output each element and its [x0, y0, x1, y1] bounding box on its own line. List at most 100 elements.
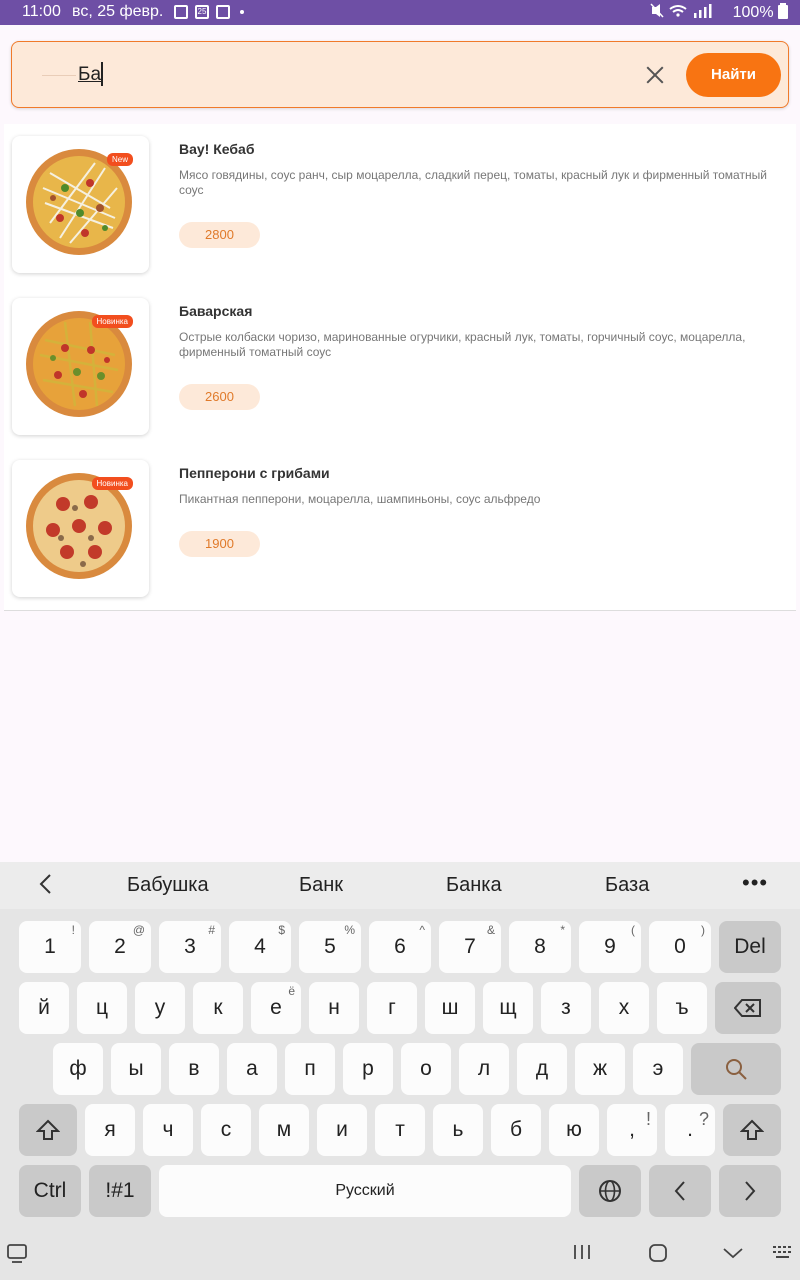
key-9[interactable]: 9(	[579, 921, 641, 973]
shift-key[interactable]	[19, 1104, 77, 1156]
product-item[interactable]: Новинка Баварская Острые колбаски чоризо…	[4, 286, 796, 448]
key-label: 9	[604, 935, 616, 958]
key-letter[interactable]: и	[317, 1104, 367, 1156]
comma-key[interactable]: ,!	[607, 1104, 657, 1156]
key-letter[interactable]: р	[343, 1043, 393, 1095]
key-label: 1	[44, 935, 56, 958]
find-button[interactable]: Найти	[686, 53, 781, 97]
key-letter[interactable]: я	[85, 1104, 135, 1156]
key-3[interactable]: 3 #	[159, 921, 221, 973]
on-screen-keyboard: 1! 2 @ 3 # 4 $ 5% 6 ^ 7 & 8 * 9( 0) Del й ц у …	[0, 909, 800, 1231]
key-7[interactable]: 7 &	[439, 921, 501, 973]
key-letter[interactable]: ч	[143, 1104, 193, 1156]
key-1[interactable]: 1!	[19, 921, 81, 973]
key-letter[interactable]: й	[19, 982, 69, 1034]
price-button[interactable]: 1900	[179, 531, 260, 557]
key-letter[interactable]: п	[285, 1043, 335, 1095]
navigation-bar	[0, 1231, 800, 1280]
cursor-left-key[interactable]	[649, 1165, 711, 1217]
keyboard-grid-icon[interactable]	[772, 1243, 794, 1266]
key-letter[interactable]: её	[251, 982, 301, 1034]
delete-key[interactable]: Del	[719, 921, 781, 973]
key-2[interactable]: 2 @	[89, 921, 151, 973]
suggestion-item[interactable]: Банк	[299, 874, 343, 897]
key-letter[interactable]: л	[459, 1043, 509, 1095]
product-description: Пикантная пепперони, моцарелла, шампиньо…	[179, 492, 541, 506]
backspace-icon	[733, 999, 761, 1018]
status-date: вс, 25 февр.	[72, 3, 164, 20]
suggestion-item[interactable]: Бабушка	[127, 874, 209, 897]
language-key[interactable]	[579, 1165, 641, 1217]
product-item[interactable]: New Вау! Кебаб Мясо говядины, соус ранч,…	[4, 124, 796, 286]
key-label: 0	[674, 935, 686, 958]
key-letter[interactable]: о	[401, 1043, 451, 1095]
key-label: 5	[324, 935, 336, 958]
key-0[interactable]: 0)	[649, 921, 711, 973]
battery-icon	[778, 3, 788, 19]
key-letter[interactable]: д	[517, 1043, 567, 1095]
key-5[interactable]: 5%	[299, 921, 361, 973]
home-icon[interactable]	[648, 1243, 668, 1269]
key-letter[interactable]: з	[541, 982, 591, 1034]
key-alt: &	[486, 923, 495, 937]
key-letter[interactable]: ъ	[657, 982, 707, 1034]
key-letter[interactable]: ш	[425, 982, 475, 1034]
key-letter[interactable]: у	[135, 982, 185, 1034]
backspace-key[interactable]	[715, 982, 781, 1034]
key-label: 2	[114, 935, 126, 958]
key-letter[interactable]: н	[309, 982, 359, 1034]
key-letter[interactable]: м	[259, 1104, 309, 1156]
period-key[interactable]: .?	[665, 1104, 715, 1156]
chevron-left-icon[interactable]	[38, 873, 52, 902]
product-title: Баварская	[179, 303, 253, 319]
space-key[interactable]: Русский	[159, 1165, 571, 1217]
key-letter[interactable]: б	[491, 1104, 541, 1156]
key-4[interactable]: 4 $	[229, 921, 291, 973]
more-options-icon[interactable]: •••	[742, 870, 768, 896]
key-letter[interactable]: ж	[575, 1043, 625, 1095]
shift-key[interactable]	[723, 1104, 781, 1156]
suggestion-item[interactable]: Банка	[446, 874, 502, 897]
key-letter[interactable]: а	[227, 1043, 277, 1095]
key-letter[interactable]: э	[633, 1043, 683, 1095]
cursor-right-key[interactable]	[719, 1165, 781, 1217]
key-label: 4	[254, 935, 266, 958]
key-letter[interactable]: к	[193, 982, 243, 1034]
search-key[interactable]	[691, 1043, 781, 1095]
key-letter[interactable]: х	[599, 982, 649, 1034]
suggestion-item[interactable]: База	[605, 874, 649, 897]
new-badge: Новинка	[91, 315, 133, 328]
symbols-key[interactable]: !#1	[89, 1165, 151, 1217]
ctrl-key[interactable]: Ctrl	[19, 1165, 81, 1217]
product-image: Новинка	[12, 298, 149, 435]
key-letter[interactable]: ю	[549, 1104, 599, 1156]
hide-keyboard-icon[interactable]	[722, 1243, 744, 1266]
key-alt: @	[132, 923, 145, 937]
key-letter[interactable]: ы	[111, 1043, 161, 1095]
key-8[interactable]: 8 *	[509, 921, 571, 973]
key-alt: *	[560, 923, 565, 937]
key-label: .	[687, 1118, 693, 1141]
keyboard-toggle-icon[interactable]	[6, 1243, 28, 1269]
product-item[interactable]: Новинка Пепперони с грибами Пикантная пе…	[4, 448, 796, 610]
key-letter[interactable]: в	[169, 1043, 219, 1095]
key-alt: !	[71, 923, 75, 937]
key-alt: )	[701, 923, 705, 937]
price-button[interactable]: 2600	[179, 384, 260, 410]
key-letter[interactable]: ь	[433, 1104, 483, 1156]
key-letter[interactable]: с	[201, 1104, 251, 1156]
key-letter[interactable]: щ	[483, 982, 533, 1034]
key-letter[interactable]: ф	[53, 1043, 103, 1095]
arrow-left-icon	[674, 1181, 685, 1202]
calendar-icon: 25	[195, 5, 209, 19]
search-input[interactable]	[78, 60, 618, 90]
clear-search-icon[interactable]	[644, 64, 666, 86]
key-letter[interactable]: ц	[77, 982, 127, 1034]
key-alt: ^	[419, 923, 425, 937]
key-letter[interactable]: г	[367, 982, 417, 1034]
recent-apps-icon[interactable]	[572, 1243, 592, 1267]
product-image: Новинка	[12, 460, 149, 597]
price-button[interactable]: 2800	[179, 222, 260, 248]
key-6[interactable]: 6 ^	[369, 921, 431, 973]
key-letter[interactable]: т	[375, 1104, 425, 1156]
